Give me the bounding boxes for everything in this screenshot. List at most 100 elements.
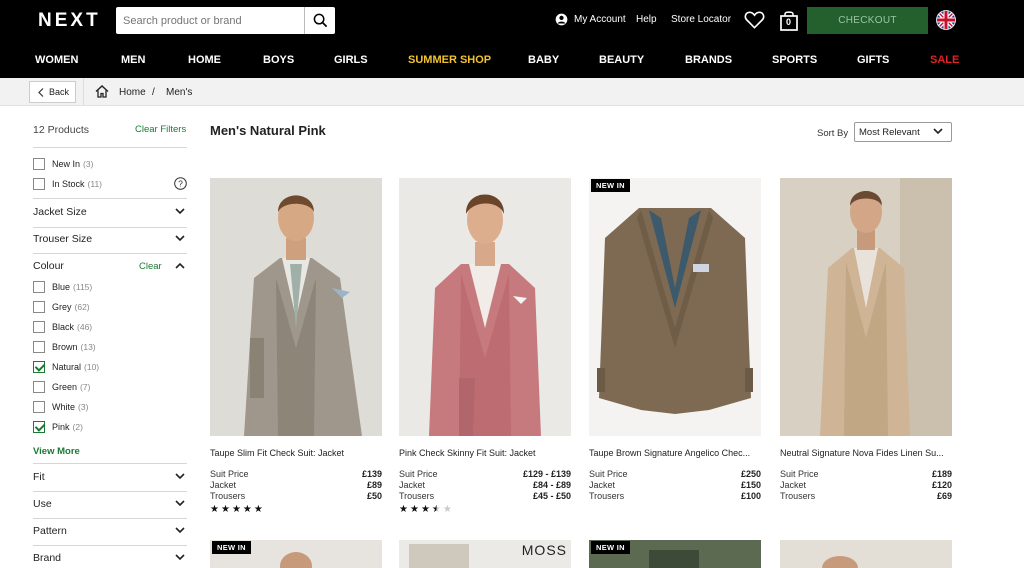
shopping-bag-button[interactable]: 0 (779, 9, 799, 37)
breadcrumb: Back Home / Men's (0, 78, 1024, 106)
price-value: £69 (936, 491, 952, 501)
facet-fit[interactable]: Fit (33, 471, 187, 485)
colour-count: (10) (84, 362, 100, 372)
product-name[interactable]: Neutral Signature Nova Fides Linen Su... (780, 448, 952, 458)
price-label: Jacket (589, 480, 616, 490)
my-account-link[interactable]: My Account (574, 14, 626, 25)
nav-sale[interactable]: SALE (930, 54, 959, 66)
nav-women[interactable]: WOMEN (35, 54, 78, 66)
facet-label: Brand (33, 552, 62, 564)
nav-beauty[interactable]: BEAUTY (599, 54, 644, 66)
home-icon[interactable] (95, 85, 109, 98)
nav-sports[interactable]: SPORTS (772, 54, 817, 66)
breadcrumb-current[interactable]: Men's (166, 87, 192, 98)
chevron-up-icon (175, 262, 185, 269)
product-card[interactable] (780, 540, 952, 568)
sort-select[interactable]: Most Relevant (854, 122, 952, 142)
nav-boys[interactable]: BOYS (263, 54, 294, 66)
colour-label: Grey (52, 302, 72, 312)
price-label: Suit Price (210, 469, 249, 479)
colour-label: Brown (52, 342, 78, 352)
price-value: £129 - £139 (522, 469, 571, 479)
star-icon: ★ (409, 504, 419, 515)
chevron-down-icon (175, 235, 185, 242)
facet-pattern[interactable]: Pattern (33, 525, 187, 539)
nav-girls[interactable]: GIRLS (334, 54, 368, 66)
star-icon: ★ (442, 504, 452, 515)
price-row: Trousers £50 (210, 491, 382, 503)
product-image[interactable] (399, 178, 571, 436)
product-image[interactable]: NEW IN (589, 178, 761, 436)
back-button[interactable]: Back (29, 81, 76, 103)
checkbox-checked[interactable] (33, 361, 45, 373)
uk-flag-icon[interactable] (936, 10, 956, 30)
next-logo[interactable]: NEXT (38, 10, 101, 32)
product-name[interactable]: Pink Check Skinny Fit Suit: Jacket (399, 448, 571, 458)
colour-option[interactable]: Brown (13) (33, 340, 96, 354)
checkbox[interactable] (33, 178, 45, 190)
product-image[interactable] (780, 178, 952, 436)
help-link[interactable]: Help (636, 14, 657, 25)
price-value: £139 (361, 469, 382, 479)
help-question-icon[interactable]: ? (174, 177, 187, 190)
product-card[interactable]: NEW IN (589, 540, 761, 568)
product-name[interactable]: Taupe Slim Fit Check Suit: Jacket (210, 448, 382, 458)
account-icon[interactable] (555, 13, 568, 26)
new-in-badge: NEW IN (591, 541, 630, 554)
filter-new-in[interactable]: New In (3) (33, 157, 93, 171)
nav-baby[interactable]: BABY (528, 54, 559, 66)
colour-clear-link[interactable]: Clear (139, 261, 162, 272)
product-card[interactable]: NEW IN (210, 540, 382, 568)
facet-use[interactable]: Use (33, 498, 187, 512)
checkbox[interactable] (33, 401, 45, 413)
price-label: Jacket (399, 480, 426, 490)
price-label: Suit Price (780, 469, 819, 479)
checkbox[interactable] (33, 281, 45, 293)
star-icon: ★ (231, 504, 241, 515)
nav-gifts[interactable]: GIFTS (857, 54, 889, 66)
checkbox[interactable] (33, 158, 45, 170)
colour-option[interactable]: Green (7) (33, 380, 90, 394)
product-card[interactable]: MOSS (399, 540, 571, 568)
rating-stars: ★ ★ ★ ★ ★ (210, 505, 263, 515)
price-label: Trousers (210, 491, 246, 501)
search-button[interactable] (304, 7, 335, 34)
checkbox[interactable] (33, 301, 45, 313)
checkbox[interactable] (33, 381, 45, 393)
colour-option[interactable]: Grey (62) (33, 300, 90, 314)
favourites-heart-icon[interactable] (744, 10, 765, 30)
colour-option[interactable]: Natural (10) (33, 360, 99, 374)
price-value: £45 - £50 (532, 491, 571, 501)
star-icon: ★ (420, 504, 430, 515)
search-icon (313, 13, 327, 28)
checkbox[interactable] (33, 321, 45, 333)
colour-option[interactable]: Pink (2) (33, 420, 83, 434)
facet-colour[interactable]: Colour (33, 260, 187, 274)
filter-in-stock[interactable]: In Stock (11) (33, 177, 102, 191)
nav-summer-shop[interactable]: SUMMER SHOP (408, 54, 491, 66)
colour-label: Natural (52, 362, 82, 372)
facet-jacket-size[interactable]: Jacket Size (33, 206, 187, 220)
facet-brand[interactable]: Brand (33, 552, 187, 566)
checkout-button[interactable]: CHECKOUT (807, 7, 928, 34)
checkbox-checked[interactable] (33, 421, 45, 433)
nav-home[interactable]: HOME (188, 54, 221, 66)
divider (33, 253, 187, 254)
search-input[interactable] (116, 7, 303, 34)
star-half-icon: ★ (431, 504, 441, 515)
product-name[interactable]: Taupe Brown Signature Angelico Chec... (589, 448, 761, 458)
clear-filters-link[interactable]: Clear Filters (135, 124, 186, 135)
divider (33, 198, 187, 199)
nav-men[interactable]: MEN (121, 54, 145, 66)
breadcrumb-home[interactable]: Home (119, 87, 146, 98)
facet-trouser-size[interactable]: Trouser Size (33, 233, 187, 247)
checkbox[interactable] (33, 341, 45, 353)
product-image[interactable] (210, 178, 382, 436)
nav-brands[interactable]: BRANDS (685, 54, 732, 66)
view-more-link[interactable]: View More (33, 446, 80, 457)
colour-option[interactable]: White (3) (33, 400, 88, 414)
colour-option[interactable]: Black (46) (33, 320, 92, 334)
store-locator-link[interactable]: Store Locator (671, 14, 731, 25)
colour-count: (62) (74, 302, 90, 312)
colour-option[interactable]: Blue (115) (33, 280, 92, 294)
